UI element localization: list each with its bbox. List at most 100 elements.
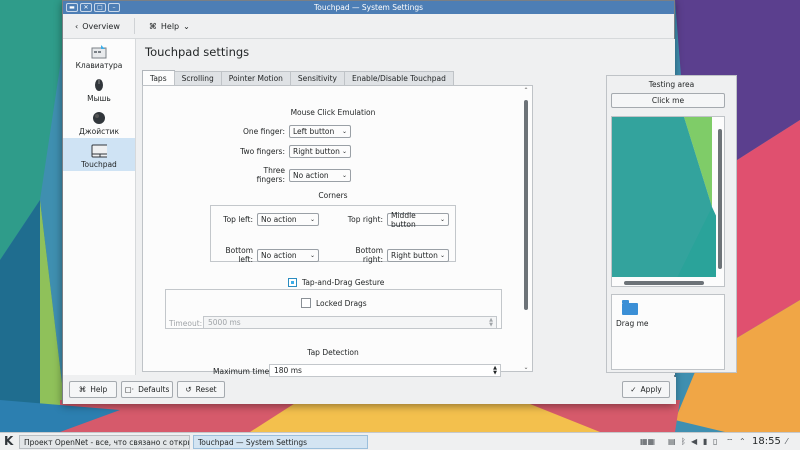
mouse-click-emulation-heading: Mouse Click Emulation [290,108,376,117]
tap-and-drag-label: Tap-and-Drag Gesture [302,278,385,287]
window-titlebar[interactable]: ▬ ✕ □ – Touchpad — System Settings [63,1,674,14]
sidebar-item-label: Мышь [87,94,111,103]
sidebar-item-mouse[interactable]: Мышь [63,72,135,105]
clock[interactable]: 18:55 [752,436,781,447]
toolbar: ‹ Overview ⌘ Help ⌄ [63,14,674,39]
sidebar-item-joystick[interactable]: Джойстик [63,105,135,138]
task-browser[interactable]: Проект OpenNet - все, что связано с откр… [19,435,190,449]
top-right-label: Top right: [347,215,383,224]
defaults-button[interactable]: ▢· Defaults [121,381,173,398]
top-right-select[interactable]: Middle button ⌄ [387,210,449,229]
chevron-down-icon: ⌄ [439,251,445,259]
sidebar-item-touchpad[interactable]: Touchpad [63,138,135,171]
bottom-right-select[interactable]: Right button ⌄ [387,248,449,262]
chevron-down-icon: ⌄ [341,128,347,135]
reset-icon: ↺ [185,385,192,394]
three-fingers-select[interactable]: No action ⌄ [289,168,351,182]
pager-icon[interactable]: ▦▦ [640,437,655,446]
tap-and-drag-row[interactable]: Tap-and-Drag Gesture [288,278,384,287]
checkmark-icon: ✓ [630,385,637,394]
one-finger-row: One finger: Left button ⌄ [237,125,351,138]
expand-tray-icon[interactable]: ⌃ [739,437,746,446]
tab-enable-disable-touchpad[interactable]: Enable/Disable Touchpad [343,71,454,85]
reset-button-label: Reset [195,385,217,394]
locked-drags-row[interactable]: Locked Drags [301,298,367,308]
locked-drags-checkbox[interactable] [301,298,311,308]
help-icon: ⌘ [148,21,157,31]
reset-button[interactable]: ↺ Reset [177,381,225,398]
main-content: Touchpad settings Taps Scrolling Pointer… [137,39,737,377]
sidebar-item-label: Джойстик [79,127,119,136]
click-me-button[interactable]: Click me [611,93,725,108]
bottom-left-select[interactable]: No action ⌄ [257,248,319,262]
help-icon: ⌘ [78,385,87,394]
scroll-down-icon[interactable]: ⌄ [522,364,530,371]
chevron-down-icon: ⌄ [341,148,347,155]
bottom-right-value: Right button [391,250,438,260]
tab-pointer-motion[interactable]: Pointer Motion [220,71,291,85]
clipboard-icon[interactable]: ▯ [713,437,717,446]
test-scroll-area[interactable] [611,116,725,287]
testing-area-heading: Testing area [648,80,695,89]
chevron-down-icon: ⌄ [309,251,315,259]
top-right-value: Middle button [391,210,416,229]
desktop-toolbox-icon[interactable]: ⁄ [786,437,787,446]
keyboard-layout-icon[interactable]: ▤ [668,437,676,446]
task-label: Проект OpenNet - все, что связано с откр… [24,437,190,447]
spin-arrows-icon[interactable]: ▲ ▼ [493,366,497,376]
drag-area[interactable]: Drag me [611,294,725,370]
window-title: Touchpad — System Settings [313,3,424,12]
defaults-button-label: Defaults [138,385,170,394]
bluetooth-icon[interactable]: ᛒ [681,437,686,446]
mouse-icon [91,78,107,92]
sidebar-item-keyboard[interactable]: Клавиатура [63,39,135,72]
testing-area: Testing area Click me Drag me [606,75,737,373]
one-finger-value: Left button [293,127,335,136]
timeout-value: 5000 ms [208,318,241,327]
three-fingers-value: No action [293,170,329,180]
apply-button[interactable]: ✓ Apply [622,381,670,398]
tab-taps[interactable]: Taps [142,70,175,85]
help-button[interactable]: ⌘ Help [69,381,117,398]
bottom-left-row: Bottom left: No action ⌄ [213,246,319,264]
one-finger-select[interactable]: Left button ⌄ [289,125,351,138]
locked-drags-label: Locked Drags [316,298,367,308]
scrollbar-thumb[interactable] [524,100,528,310]
two-fingers-select[interactable]: Right button ⌄ [289,145,351,158]
overview-button[interactable]: ‹ Overview [71,20,124,33]
timeout-spinbox: 5000 ms ▲ ▼ [203,316,497,329]
panel-scrollbar[interactable]: ⌃ ⌄ [522,87,530,371]
bottom-left-label: Bottom left: [225,246,253,264]
volume-icon[interactable]: ◀ [691,437,697,446]
spin-arrows-icon: ▲ ▼ [489,317,493,328]
top-right-row: Top right: Middle button ⌄ [335,210,449,229]
top-left-label: Top left: [223,215,253,224]
folder-icon[interactable] [622,300,638,315]
tab-sensitivity[interactable]: Sensitivity [289,71,345,85]
system-settings-window: ▬ ✕ □ – Touchpad — System Settings ‹ Ove… [62,0,737,404]
joystick-icon [91,111,107,125]
scroll-up-icon[interactable]: ⌃ [522,87,530,94]
network-icon[interactable]: ⌔ [726,437,734,447]
touchpad-icon [91,144,107,158]
sidebar-item-label: Клавиатура [75,61,123,70]
sidebar-item-label: Touchpad [81,160,117,169]
bottom-left-value: No action [261,250,297,260]
defaults-icon: ▢· [124,385,135,394]
chevron-down-icon: ⌄ [309,216,315,223]
top-left-select[interactable]: No action ⌄ [257,213,319,226]
bottom-right-label: Bottom right: [355,246,383,264]
application-launcher-icon[interactable]: K [4,434,13,448]
task-system-settings[interactable]: Touchpad — System Settings [193,435,368,449]
back-arrow-icon: ‹ [75,21,79,31]
tab-scrolling[interactable]: Scrolling [173,71,222,85]
dialog-button-bar: ⌘ Help ▢· Defaults ↺ Reset ✓ Apply [63,377,676,404]
toolbar-divider [133,18,135,34]
two-fingers-value: Right button [293,147,340,156]
battery-icon[interactable]: ▮ [703,437,707,446]
maximum-time-spinbox[interactable]: 180 ms ▲ ▼ [269,364,501,377]
tap-and-drag-checkbox[interactable] [288,278,297,287]
sidebar: Клавиатура Мышь Джойстик Touchpad [63,39,136,375]
corners-heading: Corners [318,191,348,200]
help-menu-button[interactable]: ⌘ Help ⌄ [145,20,194,33]
